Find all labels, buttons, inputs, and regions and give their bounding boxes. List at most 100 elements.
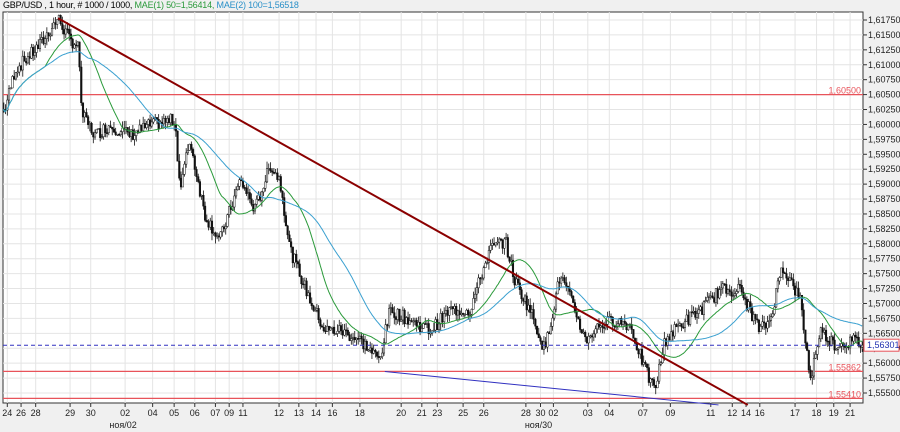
candle-body (140, 124, 143, 131)
candle-body (286, 225, 289, 236)
candle-body (690, 311, 693, 314)
candle-body (398, 308, 401, 322)
candle-body (327, 325, 330, 331)
candle-body (704, 300, 707, 302)
candle-body (587, 336, 590, 344)
candle-body (149, 119, 152, 127)
candle-body (202, 195, 205, 207)
candle-body (751, 307, 754, 322)
candle-body (99, 128, 102, 138)
candle-body (319, 319, 322, 327)
candle-body (640, 348, 644, 365)
candle-body (112, 128, 115, 133)
candle-body (228, 206, 231, 215)
candle-body (355, 338, 358, 341)
candle-body (513, 276, 516, 286)
candle-body (379, 356, 382, 358)
candle-body (147, 119, 150, 125)
candle-body (87, 116, 90, 126)
candle-body (97, 128, 100, 130)
candle-body (56, 19, 59, 25)
candle-body (646, 363, 649, 368)
candle-body (104, 124, 107, 133)
candle-body (594, 328, 597, 335)
candle-body (271, 170, 274, 173)
x-tick-label: 16 (755, 408, 765, 418)
candle-body (635, 343, 638, 351)
candle-body (298, 263, 301, 277)
candle-body (384, 324, 387, 343)
candle-body (799, 294, 802, 298)
candle-body (840, 343, 843, 347)
y-tick-label: 1,61500 (868, 30, 900, 40)
candle-body (477, 277, 480, 288)
y-tick-label: 1,60750 (868, 75, 900, 85)
candle-body (806, 342, 809, 351)
candle-body (305, 280, 308, 297)
candle-body (107, 125, 110, 133)
price-chart[interactable]: 1,61750 1,61500 1,61250 1,61000 1,60750 1,605… (0, 0, 900, 432)
candle-body (236, 186, 239, 191)
candle-body (176, 130, 179, 162)
candle-body (166, 118, 169, 123)
candle-body (830, 336, 833, 347)
candle-body (21, 55, 24, 71)
candle-body (599, 325, 602, 328)
candle-body (692, 311, 695, 313)
candle-body (720, 287, 723, 290)
candle-body (785, 273, 788, 279)
candle-body (582, 331, 585, 334)
candle-body (35, 44, 38, 53)
x-tick-label: 07 (638, 408, 648, 418)
candle-body (479, 277, 482, 280)
candle-body (185, 152, 188, 165)
candle-body (450, 306, 453, 309)
candle-body (296, 261, 300, 265)
x-tick-label: 21 (417, 408, 427, 418)
candle-body (13, 76, 16, 80)
candle-body (54, 22, 57, 25)
y-tick-label: 1,58000 (868, 239, 900, 249)
candle-body (174, 123, 177, 132)
candle-body (179, 177, 183, 188)
candle-body (25, 61, 28, 64)
candle-body (683, 321, 687, 328)
candle-body (458, 310, 461, 315)
candle-body (109, 125, 112, 128)
candle-body (740, 284, 743, 293)
candle-body (265, 168, 269, 183)
candle-body (794, 285, 797, 296)
candle-body (214, 232, 217, 237)
candle-body (465, 309, 468, 315)
candle-body (204, 205, 207, 221)
candle-body (386, 324, 389, 327)
candle-body (52, 22, 55, 29)
y-tick-label: 1,58500 (868, 209, 900, 219)
candle-body (773, 306, 776, 315)
candle-body (374, 349, 377, 353)
y-tick-label: 1,60250 (868, 105, 900, 115)
candle-body (484, 262, 487, 268)
candle-body (472, 298, 475, 310)
candle-body (489, 245, 492, 251)
candle-body (558, 281, 561, 284)
candle-body (716, 288, 719, 299)
candle-body (267, 168, 270, 170)
candle-body (381, 352, 384, 357)
candle-body (100, 136, 103, 138)
candle-body (637, 349, 640, 355)
candle-body (247, 192, 250, 194)
candle-body (279, 176, 282, 192)
y-tick-label: 1,57250 (868, 284, 900, 294)
candle-body (364, 341, 367, 350)
x-tick-label: 18 (355, 408, 365, 418)
y-tick-label: 1,55500 (868, 388, 900, 398)
candle-body (687, 314, 690, 325)
y-tick-label: 1,59500 (868, 149, 900, 159)
candle-body (706, 297, 709, 301)
candle-body (486, 262, 489, 264)
candle-body (40, 37, 43, 40)
candle-body (702, 301, 705, 315)
candle-body (475, 287, 478, 295)
candle-body (861, 344, 864, 348)
